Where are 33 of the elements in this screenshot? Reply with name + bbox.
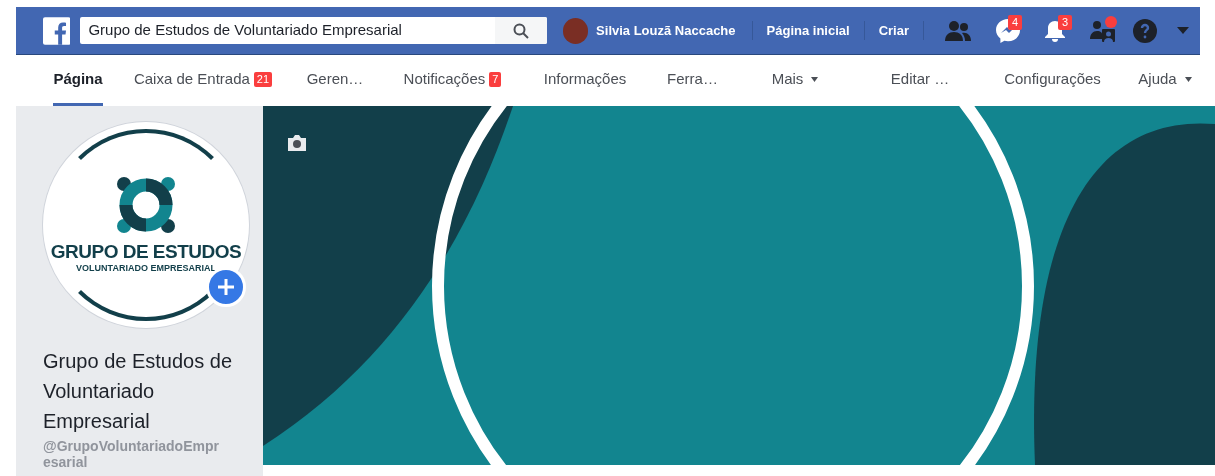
- caret-icon: [811, 76, 819, 82]
- page-tab[interactable]: Geren…: [306, 55, 364, 106]
- plus-icon: [217, 278, 235, 296]
- page-tab[interactable]: Ferra…: [667, 55, 718, 106]
- user-name-link[interactable]: Silvia Louzã Naccache: [596, 20, 753, 41]
- caret-icon: [1184, 76, 1192, 82]
- logo-icon[interactable]: [43, 16, 71, 45]
- page-tab[interactable]: Caixa de Entrada 21: [133, 55, 273, 106]
- people-circle-logo-icon: [114, 176, 178, 234]
- logo-subtitle: VOLUNTARIADO EMPRESARIAL: [76, 262, 216, 274]
- count-badge: 21: [253, 71, 273, 87]
- caret-icon[interactable]: [1176, 26, 1189, 35]
- page-tab[interactable]: Ajuda: [1138, 55, 1192, 106]
- nav-link[interactable]: Criar: [864, 20, 924, 41]
- page-tab[interactable]: Configurações: [1004, 55, 1101, 106]
- search-icon: [512, 22, 529, 39]
- help-icon[interactable]: [1133, 18, 1157, 43]
- nav-link[interactable]: Página inicial: [752, 20, 865, 41]
- count-badge: 7: [489, 71, 502, 87]
- page-tab[interactable]: Mais: [771, 55, 819, 106]
- profile-picture[interactable]: GRUPO DE ESTUDOS VOLUNTARIADO EMPRESARIAL: [43, 122, 249, 328]
- page-name: Grupo de Estudos de Voluntariado Empresarial: [43, 349, 233, 434]
- friends-icon[interactable]: [944, 19, 971, 42]
- count-badge: 3: [1057, 15, 1072, 30]
- page-tab[interactable]: Informações: [543, 55, 627, 106]
- page-handle: @GrupoVoluntariadoEmpr esarial: [43, 438, 220, 470]
- camera-icon[interactable]: [286, 134, 308, 152]
- search-button[interactable]: [494, 17, 547, 44]
- logo-title: GRUPO DE ESTUDOS: [50, 242, 242, 262]
- bell-icon[interactable]: [1043, 18, 1067, 43]
- search-field[interactable]: Grupo de Estudos de Voluntariado Empresarial: [80, 17, 547, 44]
- page-tab[interactable]: Editar …: [890, 55, 950, 106]
- page-tab[interactable]: Notificações 7: [403, 55, 502, 106]
